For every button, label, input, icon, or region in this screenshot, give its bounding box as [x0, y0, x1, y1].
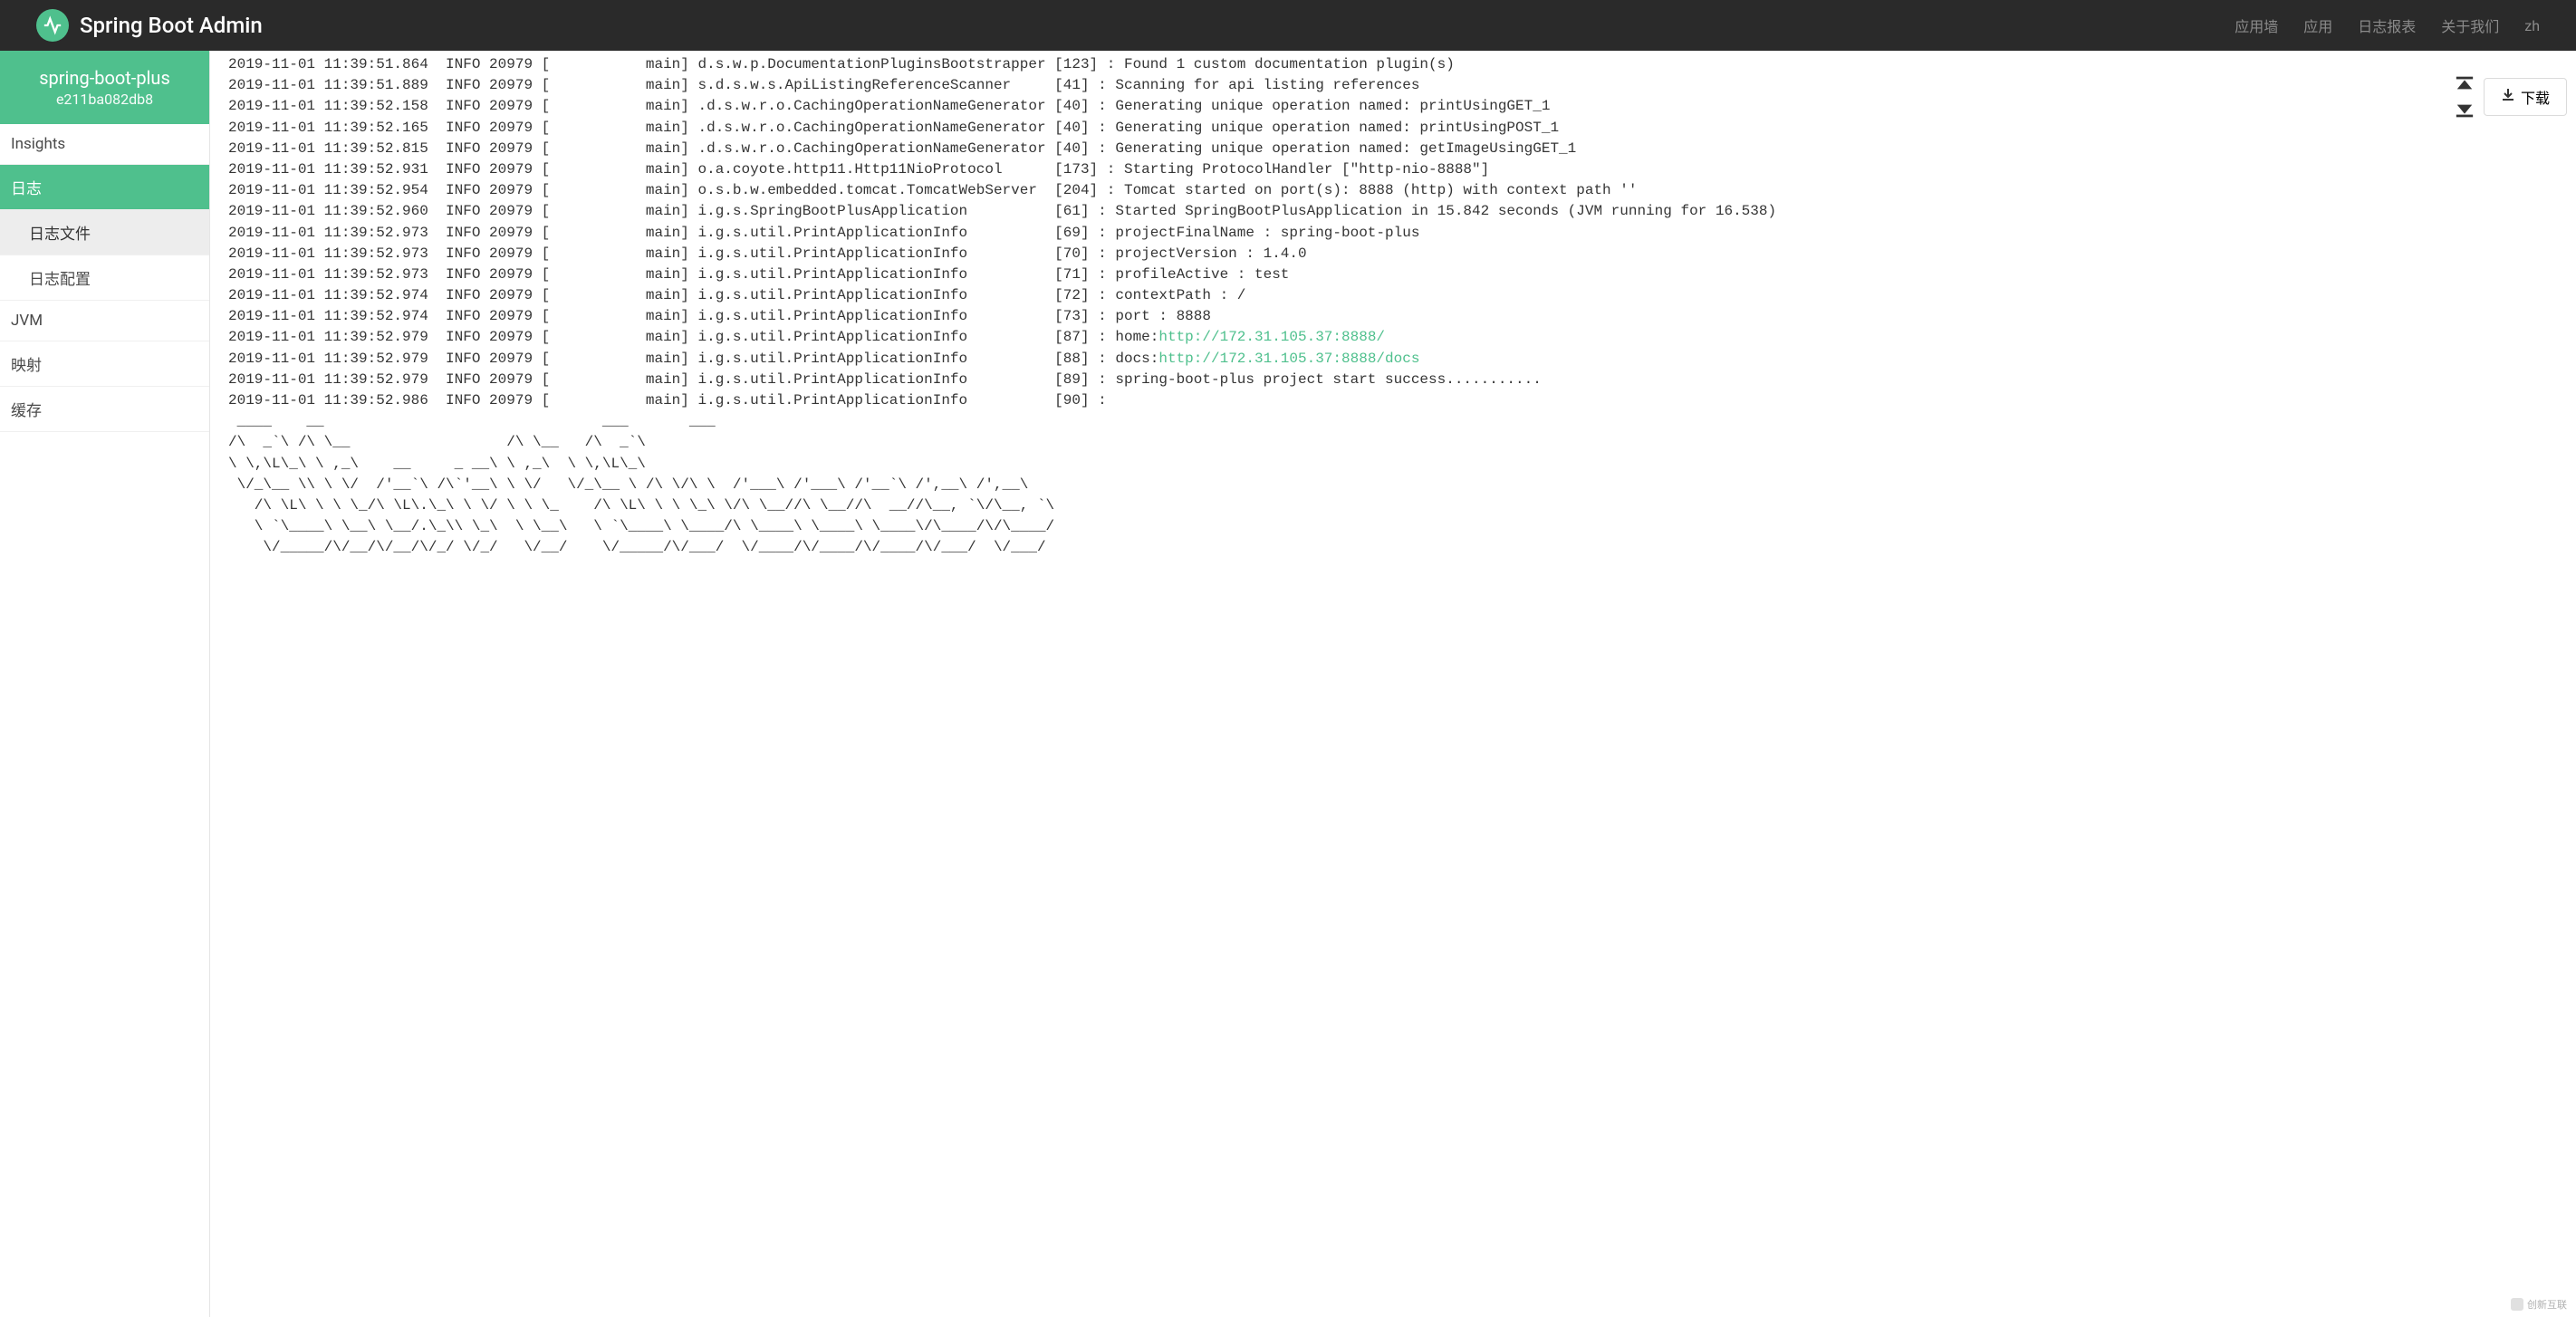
- log-line: 2019-11-01 11:39:52.974 INFO 20979 [ mai…: [228, 306, 2558, 327]
- main-content: 2019-11-01 11:39:51.864 INFO 20979 [ mai…: [210, 51, 2576, 1317]
- log-line: \/_\__ \\ \ \/ /'__`\ /\`'__\ \ \/ \/_\_…: [228, 475, 2558, 495]
- instance-id: e211ba082db8: [9, 91, 200, 108]
- log-line: /\ _`\ /\ \__ /\ \__ /\ _`\: [228, 432, 2558, 453]
- log-line: 2019-11-01 11:39:52.973 INFO 20979 [ mai…: [228, 244, 2558, 264]
- log-line: 2019-11-01 11:39:51.864 INFO 20979 [ mai…: [228, 54, 2558, 75]
- sidebar-item-1[interactable]: 日志: [0, 165, 209, 210]
- log-link[interactable]: http://172.31.105.37:8888/docs: [1158, 351, 1419, 367]
- log-line: 2019-11-01 11:39:51.889 INFO 20979 [ mai…: [228, 75, 2558, 96]
- log-line: 2019-11-01 11:39:52.815 INFO 20979 [ mai…: [228, 139, 2558, 159]
- watermark: 创新互联: [2511, 1297, 2567, 1312]
- nav-about[interactable]: 关于我们: [2441, 14, 2499, 36]
- scroll-arrows: [2455, 76, 2475, 118]
- sidebar-item-5[interactable]: 映射: [0, 341, 209, 387]
- log-line: 2019-11-01 11:39:52.973 INFO 20979 [ mai…: [228, 223, 2558, 244]
- log-line: \ \,\L\_\ \ ,_\ __ _ __\ \ ,_\ \ \,\L\_\: [228, 454, 2558, 475]
- log-line: 2019-11-01 11:39:52.979 INFO 20979 [ mai…: [228, 327, 2558, 348]
- log-line: 2019-11-01 11:39:52.165 INFO 20979 [ mai…: [228, 118, 2558, 139]
- logo-icon: [36, 9, 69, 42]
- log-line: 2019-11-01 11:39:52.158 INFO 20979 [ mai…: [228, 96, 2558, 117]
- log-line: 2019-11-01 11:39:52.973 INFO 20979 [ mai…: [228, 264, 2558, 285]
- app-title: Spring Boot Admin: [80, 13, 2235, 38]
- log-line: 2019-11-01 11:39:52.986 INFO 20979 [ mai…: [228, 390, 2558, 411]
- log-line: 2019-11-01 11:39:52.954 INFO 20979 [ mai…: [228, 180, 2558, 201]
- log-line: 2019-11-01 11:39:52.979 INFO 20979 [ mai…: [228, 349, 2558, 370]
- floating-controls: 下载: [2455, 76, 2567, 118]
- scroll-bottom-icon[interactable]: [2455, 103, 2475, 118]
- nav-applications[interactable]: 应用: [2303, 14, 2332, 36]
- download-label: 下载: [2521, 86, 2550, 108]
- sidebar-item-2[interactable]: 日志文件: [0, 210, 209, 255]
- scroll-top-icon[interactable]: [2455, 76, 2475, 91]
- download-icon: [2501, 88, 2515, 107]
- log-line: 2019-11-01 11:39:52.979 INFO 20979 [ mai…: [228, 370, 2558, 390]
- instance-header: spring-boot-plus e211ba082db8: [0, 51, 209, 124]
- log-line: ____ __ ___ ___: [228, 411, 2558, 432]
- header: Spring Boot Admin 应用墙 应用 日志报表 关于我们 zh: [0, 0, 2576, 51]
- log-link[interactable]: http://172.31.105.37:8888/: [1158, 329, 1385, 345]
- log-viewer[interactable]: 2019-11-01 11:39:51.864 INFO 20979 [ mai…: [210, 51, 2576, 1317]
- sidebar-item-6[interactable]: 缓存: [0, 387, 209, 432]
- sidebar-item-3[interactable]: 日志配置: [0, 255, 209, 301]
- nav-language[interactable]: zh: [2524, 17, 2540, 34]
- download-button[interactable]: 下载: [2484, 78, 2567, 116]
- sidebar: spring-boot-plus e211ba082db8 Insights日志…: [0, 51, 210, 1317]
- log-line: \ `\____\ \__\ \__/.\_\\ \_\ \ \__\ \ `\…: [228, 516, 2558, 537]
- log-line: 2019-11-01 11:39:52.960 INFO 20979 [ mai…: [228, 201, 2558, 222]
- nav-links: 应用墙 应用 日志报表 关于我们 zh: [2235, 14, 2540, 36]
- log-line: /\ \L\ \ \ \_/\ \L\.\_\ \ \/ \ \ \_ /\ \…: [228, 495, 2558, 516]
- nav-journal[interactable]: 日志报表: [2358, 14, 2416, 36]
- sidebar-item-0[interactable]: Insights: [0, 124, 209, 165]
- log-line: \/_____/\/__/\/__/\/_/ \/_/ \/__/ \/____…: [228, 537, 2558, 558]
- log-line: 2019-11-01 11:39:52.974 INFO 20979 [ mai…: [228, 285, 2558, 306]
- log-line: 2019-11-01 11:39:52.931 INFO 20979 [ mai…: [228, 159, 2558, 180]
- sidebar-item-4[interactable]: JVM: [0, 301, 209, 341]
- watermark-icon: [2511, 1298, 2523, 1311]
- instance-name: spring-boot-plus: [9, 67, 200, 89]
- nav-wallboard[interactable]: 应用墙: [2235, 14, 2278, 36]
